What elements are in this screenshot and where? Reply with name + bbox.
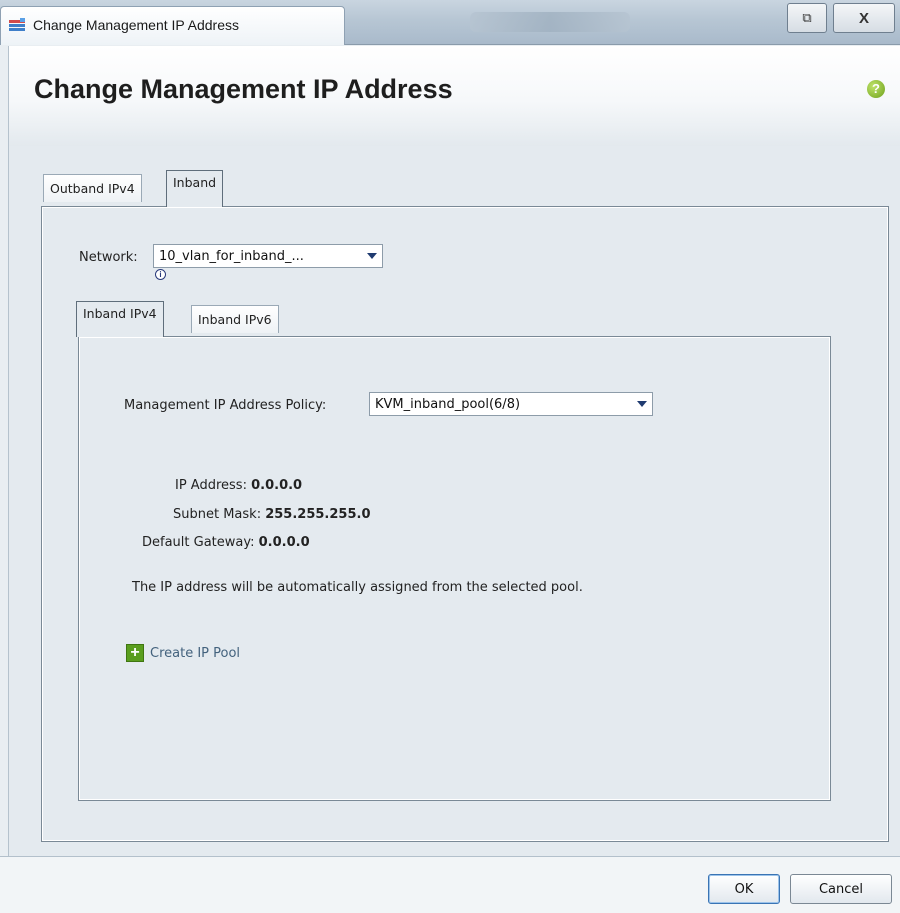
default-gateway-label: Default Gateway: <box>142 535 255 550</box>
tab-label: Inband <box>173 175 217 190</box>
help-icon[interactable]: ? <box>867 80 885 98</box>
tab-inband[interactable]: Inband <box>166 170 224 207</box>
tab-outband-ipv4[interactable]: Outband IPv4 <box>43 174 142 202</box>
network-select[interactable]: 10_vlan_for_inband_... <box>153 244 383 268</box>
default-gateway-value: 0.0.0.0 <box>258 535 310 550</box>
network-label: Network: <box>79 250 138 265</box>
cancel-button[interactable]: Cancel <box>790 874 892 904</box>
policy-select[interactable]: KVM_inband_pool(6/8) <box>369 392 653 416</box>
restore-button[interactable]: ⧉ <box>787 3 827 33</box>
window-title-tab: Change Management IP Address <box>0 6 345 45</box>
policy-value: KVM_inband_pool(6/8) <box>375 396 521 412</box>
tab-label: Inband IPv6 <box>198 312 272 327</box>
dialog-header: Change Management IP Address ? <box>8 46 900 146</box>
subnet-mask-label: Subnet Mask: <box>173 507 262 522</box>
tab-label: Inband IPv4 <box>83 306 157 321</box>
background-tab[interactable] <box>470 12 630 32</box>
subnet-mask-row: Subnet Mask: 255.255.255.0 <box>173 507 371 522</box>
close-button[interactable]: X <box>833 3 895 33</box>
tab-inband-ipv6[interactable]: Inband IPv6 <box>191 305 279 333</box>
policy-label: Management IP Address Policy: <box>124 398 327 413</box>
inband-panel: Network: 10_vlan_for_inband_... i Inband… <box>41 206 889 842</box>
ip-address-label: IP Address: <box>175 478 247 493</box>
create-ip-pool-link[interactable]: Create IP Pool <box>150 646 240 661</box>
ip-address-row: IP Address: 0.0.0.0 <box>175 478 302 493</box>
inband-ipv4-panel: Management IP Address Policy: KVM_inband… <box>78 336 831 801</box>
close-icon: X <box>858 9 869 27</box>
info-icon[interactable]: i <box>155 269 166 280</box>
cancel-label: Cancel <box>818 881 864 897</box>
page-title: Change Management IP Address <box>34 74 453 104</box>
tab-inband-ipv4[interactable]: Inband IPv4 <box>76 301 164 337</box>
default-gateway-row: Default Gateway: 0.0.0.0 <box>142 535 310 550</box>
chevron-down-icon <box>637 401 647 407</box>
restore-icon: ⧉ <box>802 10 812 25</box>
assignment-note: The IP address will be automatically ass… <box>132 580 583 595</box>
subnet-mask-value: 255.255.255.0 <box>265 507 371 522</box>
ip-address-value: 0.0.0.0 <box>251 478 303 493</box>
ok-label: OK <box>734 881 754 897</box>
dialog-content: Outband IPv4 Inband Network: 10_vlan_for… <box>8 146 900 856</box>
tab-label: Outband IPv4 <box>50 181 135 196</box>
network-value: 10_vlan_for_inband_... <box>159 248 304 264</box>
chevron-down-icon <box>367 253 377 259</box>
window-titlebar: Change Management IP Address ⧉ X <box>0 0 900 45</box>
app-icon <box>9 18 25 31</box>
ok-button[interactable]: OK <box>708 874 780 904</box>
plus-icon[interactable]: + <box>126 644 144 662</box>
window-title: Change Management IP Address <box>33 17 239 33</box>
dialog-footer: OK Cancel <box>0 856 900 913</box>
